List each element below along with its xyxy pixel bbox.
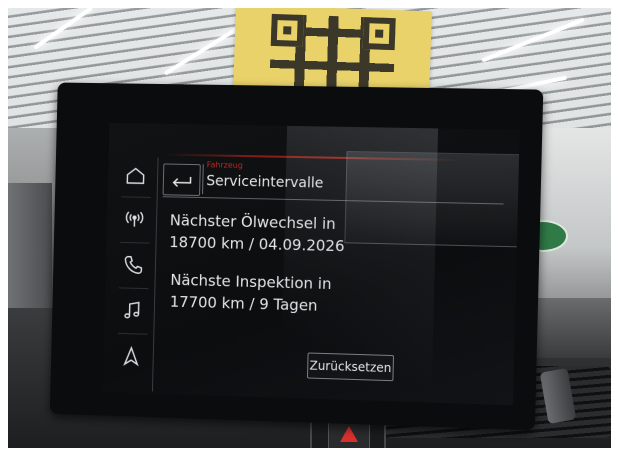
side-navigation [109,157,159,392]
mmi-display: Fahrzeug Serviceintervalle Nächster Ölwe… [103,123,520,405]
mmi-display-bezel: Fahrzeug Serviceintervalle Nächster Ölwe… [50,82,543,430]
inspection-value: 17700 km / 9 Tagen [170,293,318,315]
navigation-arrow-icon [120,345,142,367]
page-title: Serviceintervalle [206,173,323,191]
nav-item-phone[interactable] [115,248,151,283]
music-note-icon [121,299,143,321]
nav-item-home[interactable] [118,159,154,193]
nav-item-navigation[interactable] [113,339,149,374]
back-button[interactable] [163,163,201,196]
radio-antenna-icon [123,208,145,230]
header-category: Fahrzeug [207,160,243,170]
oil-change-label: Nächster Ölwechsel in [170,211,336,233]
inspection-label: Nächste Inspektion in [170,271,332,293]
oil-change-value: 18700 km / 04.09.2026 [169,233,345,255]
photo-scene: Fahrzeug Serviceintervalle Nächster Ölwe… [8,8,611,448]
reset-button[interactable]: Zurücksetzen [307,352,394,381]
nav-item-radio[interactable] [116,202,152,236]
hazard-warning-icon [340,426,358,442]
nav-item-media[interactable] [114,293,150,328]
header-rule [163,196,504,204]
phone-icon [122,254,144,276]
screen-reflection [344,151,519,247]
home-icon [125,165,147,187]
back-arrow-icon [171,173,193,187]
header-divider [202,164,204,194]
